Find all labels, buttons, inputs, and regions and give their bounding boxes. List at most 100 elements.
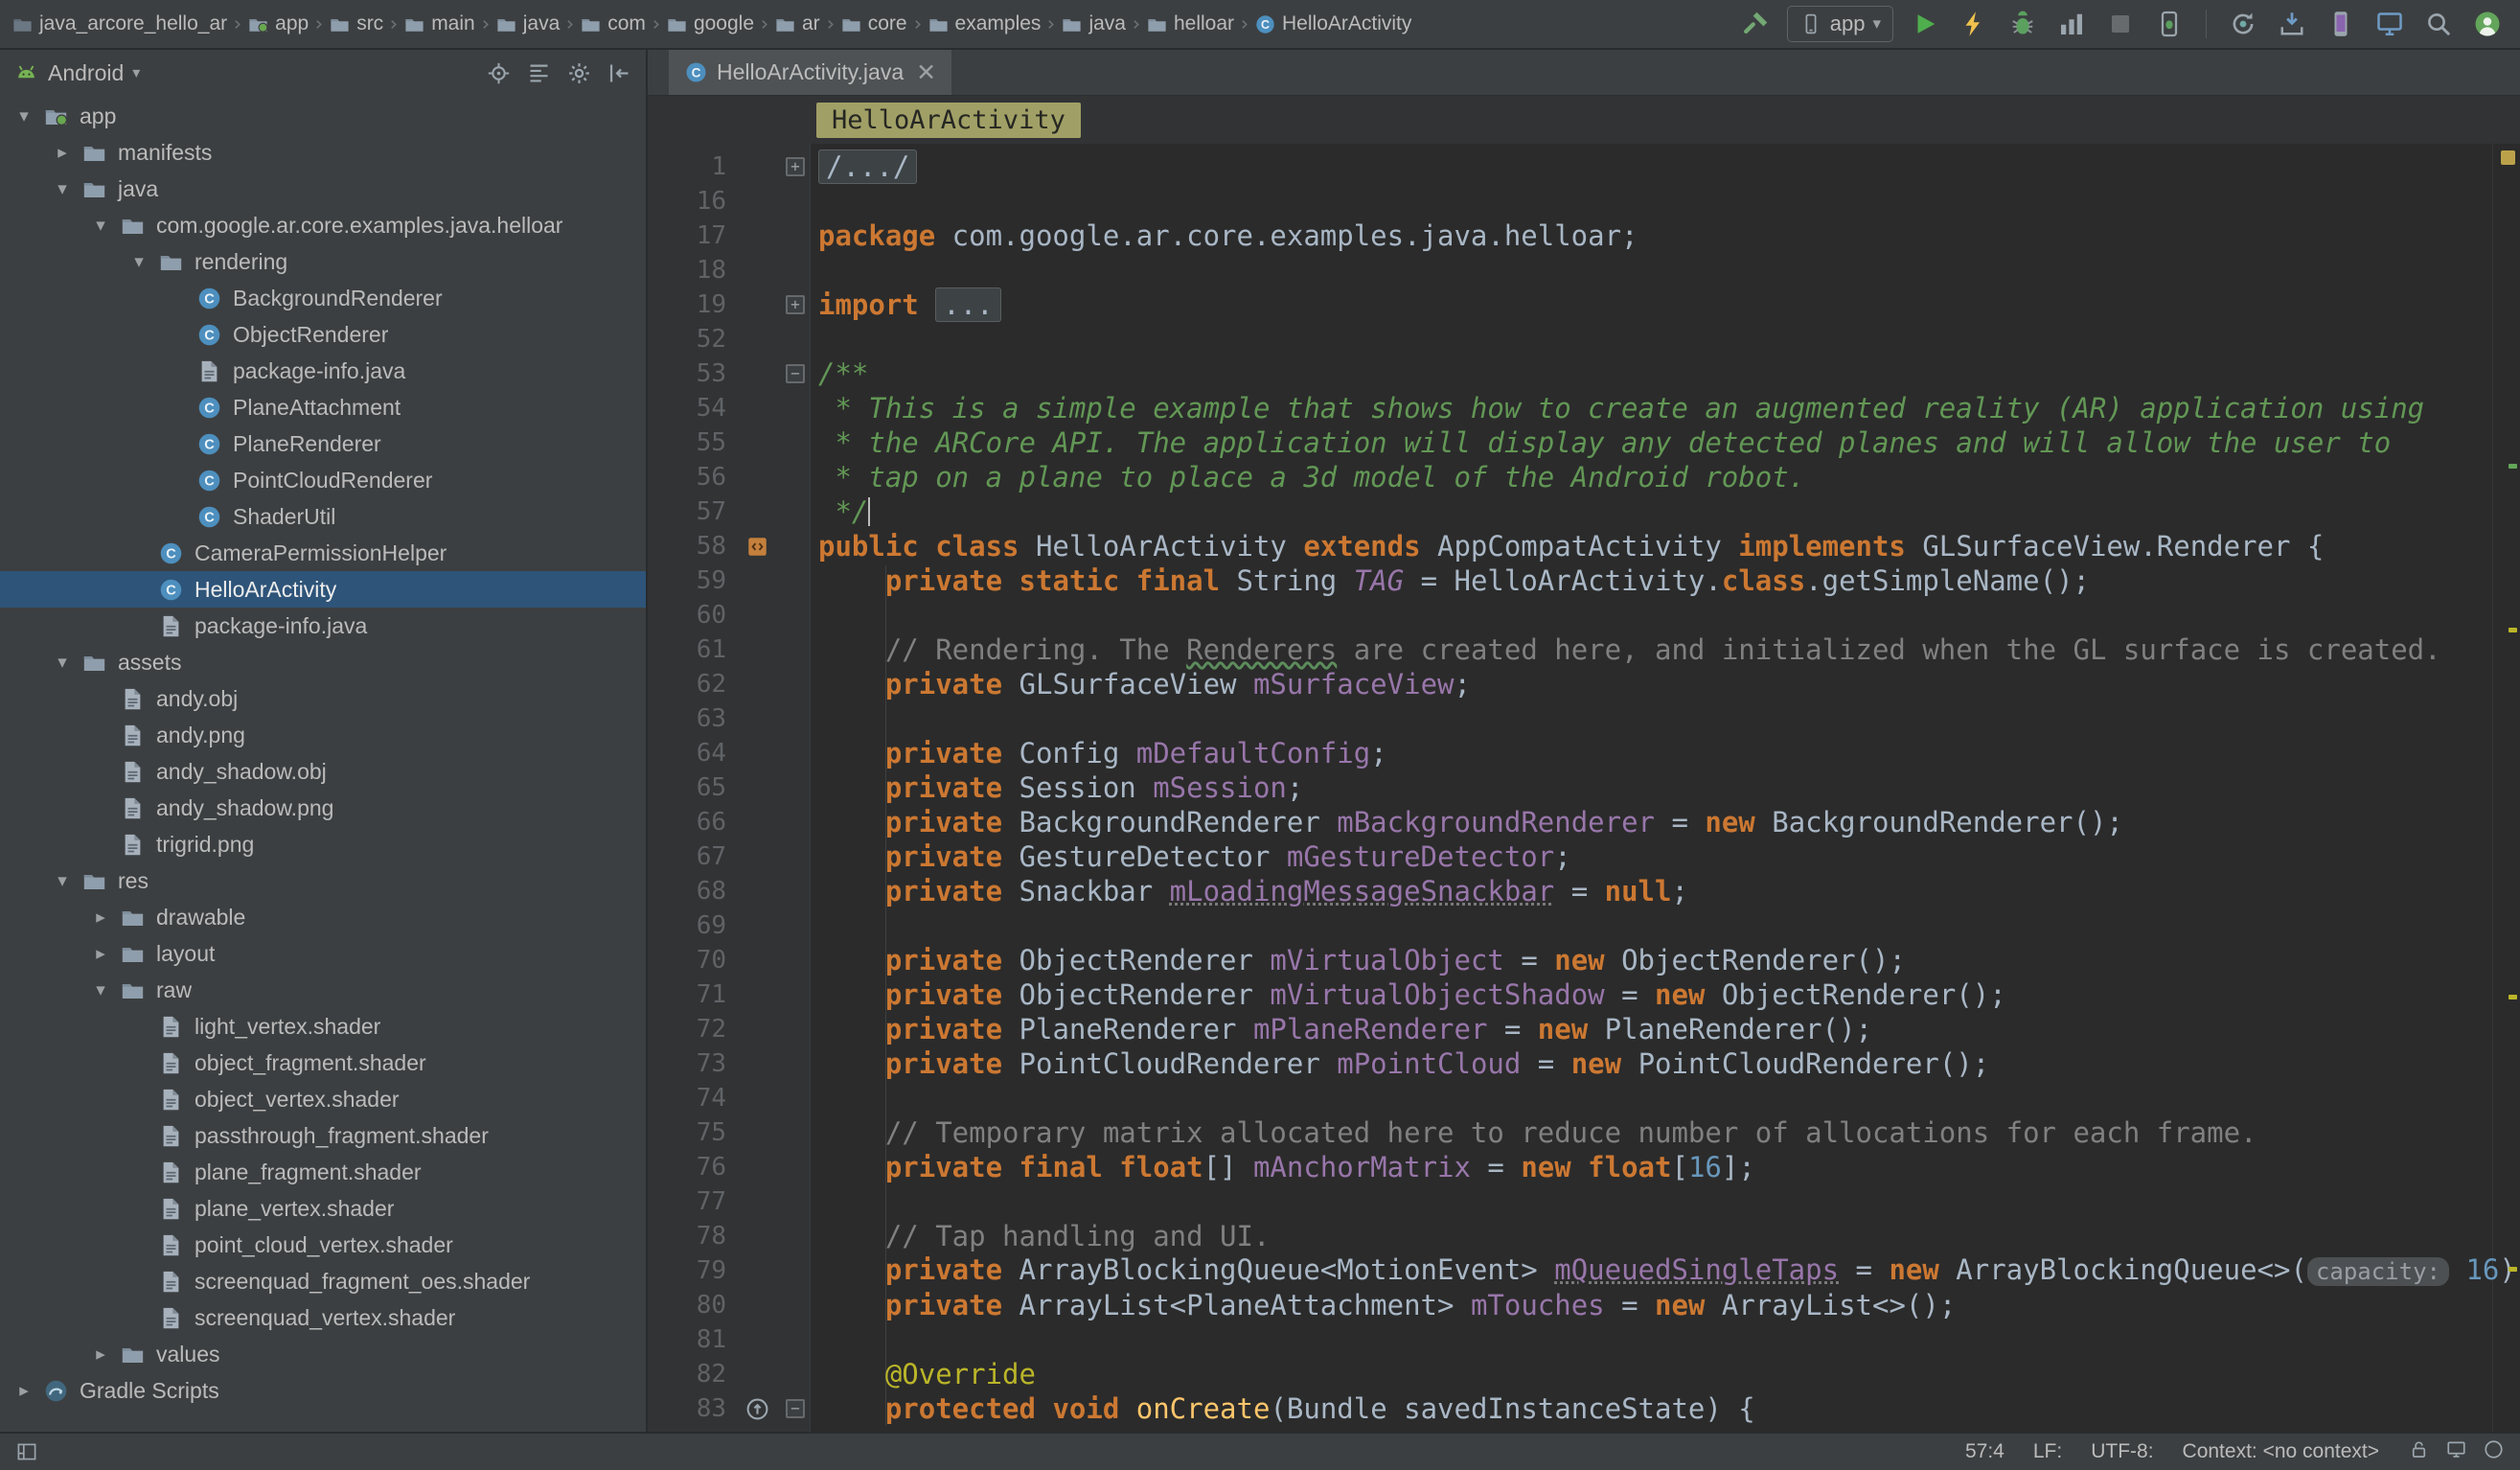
expand-arrow-icon[interactable]: ▸ xyxy=(46,142,79,164)
expand-arrow-icon[interactable]: ▾ xyxy=(84,979,117,1001)
code-line[interactable]: 62 private GLSurfaceView mSurfaceView; xyxy=(648,667,2520,701)
line-number[interactable]: 74 xyxy=(648,1081,734,1115)
fold-toggle[interactable]: + xyxy=(780,295,811,314)
code-line[interactable]: 66 private BackgroundRenderer mBackgroun… xyxy=(648,805,2520,839)
search-everywhere-button[interactable] xyxy=(2421,7,2456,41)
tree-item[interactable]: trigrid.png xyxy=(0,826,646,862)
override-marker-icon[interactable] xyxy=(734,1396,780,1422)
tree-item[interactable]: ▾rendering xyxy=(0,243,646,280)
tree-item[interactable]: object_fragment.shader xyxy=(0,1045,646,1081)
code-line[interactable]: 69 xyxy=(648,908,2520,943)
device-manager-button[interactable] xyxy=(2324,7,2358,41)
line-ending[interactable]: LF: xyxy=(2033,1440,2062,1463)
code-line[interactable]: 16 xyxy=(648,184,2520,218)
build-hammer-button[interactable] xyxy=(1738,7,1773,41)
line-number[interactable]: 16 xyxy=(648,184,734,218)
class-marker-icon[interactable] xyxy=(734,534,780,560)
code-line[interactable]: 79 private ArrayBlockingQueue<MotionEven… xyxy=(648,1253,2520,1288)
debug-button[interactable] xyxy=(2005,7,2040,41)
error-stripe-mark[interactable] xyxy=(2509,995,2517,999)
code-line[interactable]: 60 xyxy=(648,598,2520,632)
code-line[interactable]: 63 xyxy=(648,701,2520,736)
line-number[interactable]: 69 xyxy=(648,908,734,943)
code-line[interactable]: 54 * This is a simple example that shows… xyxy=(648,391,2520,425)
tree-item[interactable]: ▾res xyxy=(0,862,646,899)
line-number[interactable]: 58 xyxy=(648,529,734,563)
breadcrumb-item[interactable]: examples xyxy=(928,12,1042,35)
stop-button[interactable] xyxy=(2103,7,2138,41)
tree-item[interactable]: CPlaneAttachment xyxy=(0,389,646,425)
tree-item[interactable]: CObjectRenderer xyxy=(0,316,646,353)
expand-arrow-icon[interactable]: ▸ xyxy=(84,943,117,965)
code-line[interactable]: 72 private PlaneRenderer mPlaneRenderer … xyxy=(648,1012,2520,1046)
code-line[interactable]: 57 */ xyxy=(648,494,2520,529)
inspections-indicator[interactable] xyxy=(2501,150,2515,165)
tool-windows-button[interactable] xyxy=(15,1440,38,1463)
line-number[interactable]: 73 xyxy=(648,1046,734,1081)
line-number[interactable]: 72 xyxy=(648,1012,734,1046)
expand-arrow-icon[interactable]: ▸ xyxy=(8,1380,40,1402)
code-line[interactable]: 71 private ObjectRenderer mVirtualObject… xyxy=(648,977,2520,1012)
tree-item[interactable]: CBackgroundRenderer xyxy=(0,280,646,316)
code-line[interactable]: 75 // Temporary matrix allocated here to… xyxy=(648,1115,2520,1150)
line-number[interactable]: 62 xyxy=(648,667,734,701)
fold-minus-icon[interactable]: − xyxy=(786,364,805,383)
tree-item[interactable]: package-info.java xyxy=(0,608,646,644)
close-icon[interactable]: ✕ xyxy=(916,58,936,87)
tree-item[interactable]: ▸values xyxy=(0,1336,646,1372)
tree-item[interactable]: CShaderUtil xyxy=(0,498,646,535)
folded-region[interactable]: /.../ xyxy=(818,149,917,184)
line-number[interactable]: 70 xyxy=(648,943,734,977)
project-view-selector[interactable]: Android xyxy=(48,60,124,86)
user-avatar-button[interactable] xyxy=(2470,7,2505,41)
code-line[interactable]: 80 private ArrayList<PlaneAttachment> mT… xyxy=(648,1288,2520,1322)
code-line[interactable]: 76 private final float[] mAnchorMatrix =… xyxy=(648,1150,2520,1184)
line-number[interactable]: 60 xyxy=(648,598,734,632)
file-encoding[interactable]: UTF-8: xyxy=(2091,1440,2153,1463)
line-number[interactable]: 63 xyxy=(648,701,734,736)
sdk-manager-button[interactable] xyxy=(2275,7,2309,41)
tree-item[interactable]: plane_fragment.shader xyxy=(0,1154,646,1190)
code-line[interactable]: 52 xyxy=(648,322,2520,356)
profiler-button[interactable] xyxy=(2054,7,2089,41)
line-number[interactable]: 65 xyxy=(648,770,734,805)
tree-item[interactable]: CHelloArActivity xyxy=(0,571,646,608)
tree-item[interactable]: CCameraPermissionHelper xyxy=(0,535,646,571)
context-widget[interactable]: Context: <no context> xyxy=(2183,1440,2379,1463)
line-number[interactable]: 56 xyxy=(648,460,734,494)
tree-item[interactable]: screenquad_vertex.shader xyxy=(0,1299,646,1336)
code-line[interactable]: 17package com.google.ar.core.examples.ja… xyxy=(648,218,2520,253)
code-line[interactable]: 59 private static final String TAG = Hel… xyxy=(648,563,2520,598)
line-number[interactable]: 59 xyxy=(648,563,734,598)
breadcrumb-item[interactable]: src xyxy=(329,12,383,35)
tree-item[interactable]: passthrough_fragment.shader xyxy=(0,1117,646,1154)
code-line[interactable]: 61 // Rendering. The Renderers are creat… xyxy=(648,632,2520,667)
tree-item[interactable]: object_vertex.shader xyxy=(0,1081,646,1117)
breadcrumb-item[interactable]: main xyxy=(403,12,475,35)
breadcrumb-item[interactable]: java xyxy=(495,12,561,35)
breadcrumb-item[interactable]: google xyxy=(666,12,754,35)
tree-item[interactable]: andy_shadow.png xyxy=(0,790,646,826)
code-line[interactable]: 70 private ObjectRenderer mVirtualObject… xyxy=(648,943,2520,977)
line-number[interactable]: 77 xyxy=(648,1184,734,1219)
expand-arrow-icon[interactable]: ▾ xyxy=(46,178,79,200)
code-area[interactable]: 1+/.../1617package com.google.ar.core.ex… xyxy=(648,144,2520,1432)
sync-project-button[interactable] xyxy=(2226,7,2260,41)
fold-minus-icon[interactable]: − xyxy=(786,1399,805,1418)
line-number[interactable]: 76 xyxy=(648,1150,734,1184)
breadcrumb-item[interactable]: core xyxy=(840,12,907,35)
tree-item[interactable]: point_cloud_vertex.shader xyxy=(0,1227,646,1263)
code-line[interactable]: 68 private Snackbar mLoadingMessageSnack… xyxy=(648,874,2520,908)
editor-tab[interactable]: C HelloArActivity.java ✕ xyxy=(669,50,951,95)
apply-changes-button[interactable] xyxy=(1957,7,1991,41)
line-number[interactable]: 80 xyxy=(648,1288,734,1322)
error-stripe-mark[interactable] xyxy=(2509,1267,2517,1272)
line-number[interactable]: 82 xyxy=(648,1357,734,1391)
error-stripe[interactable] xyxy=(2505,144,2520,1432)
expand-arrow-icon[interactable]: ▾ xyxy=(46,870,79,892)
line-number[interactable]: 61 xyxy=(648,632,734,667)
tree-item[interactable]: ▸layout xyxy=(0,935,646,972)
caret-position[interactable]: 57:4 xyxy=(1965,1440,2005,1463)
code-line[interactable]: 77 xyxy=(648,1184,2520,1219)
lock-icon[interactable] xyxy=(2408,1438,2430,1466)
